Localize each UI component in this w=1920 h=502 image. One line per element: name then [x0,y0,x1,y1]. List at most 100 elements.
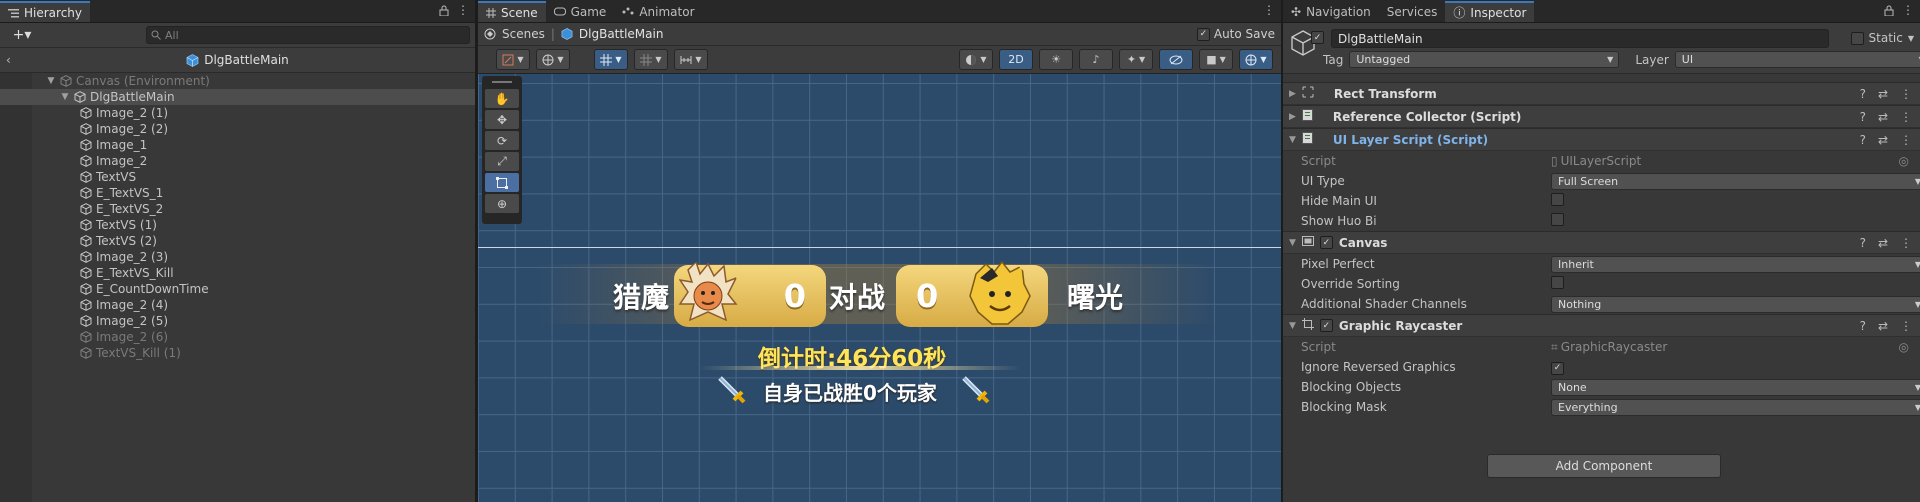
tab-animator[interactable]: Animator [614,1,702,22]
mode-2d-button[interactable]: 2D [999,49,1033,70]
tab-hierarchy[interactable]: Hierarchy [0,1,91,22]
hierarchy-row[interactable]: TextVS_Kill (1) [0,345,475,361]
tag-dropdown[interactable]: Untagged ▼ [1349,51,1620,68]
draw-mode-button[interactable]: ▼ [496,49,530,70]
expanded-triangle-icon[interactable]: ▼ [46,76,56,86]
transform-tool-icon[interactable]: ⊕ [485,194,519,213]
more-options-icon[interactable]: ⋮ [1900,110,1912,124]
collapsed-triangle-icon[interactable]: ▶ [1289,89,1296,99]
hierarchy-row[interactable]: ▼ Canvas (Environment) [0,73,475,89]
rect-tool-icon[interactable] [485,173,519,192]
hierarchy-row[interactable]: E_TextVS_1 [0,185,475,201]
hierarchy-search-input[interactable]: All [146,26,470,44]
static-checkbox[interactable] [1850,31,1864,45]
override-sorting-checkbox[interactable] [1551,276,1564,289]
more-options-icon[interactable]: ⋮ [1900,319,1912,333]
preset-icon[interactable]: ⇄ [1878,87,1888,101]
hierarchy-row[interactable]: Image_2 (6) [0,329,475,345]
preset-icon[interactable]: ⇄ [1878,236,1888,250]
hierarchy-row[interactable]: TextVS (2) [0,233,475,249]
grid-visibility-button[interactable]: ▼ [634,49,668,70]
help-icon[interactable]: ? [1860,110,1866,124]
lock-icon[interactable] [1884,3,1894,17]
blocking-objects-dropdown[interactable]: None ▼ [1551,378,1920,396]
hierarchy-row[interactable]: Image_2 (4) [0,297,475,313]
object-name-field[interactable]: DlgBattleMain [1331,29,1829,48]
help-icon[interactable]: ? [1860,236,1866,250]
raycaster-enabled-checkbox[interactable]: ✓ [1319,319,1333,332]
breadcrumb-current[interactable]: DlgBattleMain [579,27,664,41]
static-toggle[interactable]: Static ▼ [1850,31,1914,45]
hide-main-ui-checkbox[interactable] [1551,193,1564,206]
canvas-enabled-checkbox[interactable]: ✓ [1319,236,1333,249]
chevron-down-icon[interactable]: ▼ [1908,34,1914,43]
expanded-triangle-icon[interactable]: ▼ [60,92,70,102]
ui-type-dropdown[interactable]: Full Screen ▼ [1551,172,1920,190]
tab-game[interactable]: Game [546,1,615,22]
ignore-reversed-checkbox[interactable]: ✓ [1551,361,1564,375]
hierarchy-row[interactable]: Image_2 (2) [0,121,475,137]
preset-icon[interactable]: ⇄ [1878,133,1888,147]
pixel-perfect-dropdown[interactable]: Inherit ▼ [1551,255,1920,273]
breadcrumb-scenes[interactable]: Scenes [502,27,545,41]
hierarchy-row[interactable]: E_TextVS_2 [0,201,475,217]
panel-splitter-right[interactable] [1281,0,1283,502]
component-reference-collector[interactable]: ▶ Reference Collector (Script) ? ⇄ ⋮ [1283,105,1920,128]
auto-save-checkbox[interactable]: ✓ [1196,27,1210,41]
audio-toggle-icon[interactable]: ♪ [1079,49,1113,70]
hierarchy-row[interactable]: TextVS [0,169,475,185]
add-component-button[interactable]: Add Component [1487,454,1721,478]
raycaster-script-field[interactable]: ⌗ GraphicRaycaster ◎ [1551,340,1913,355]
script-object-field[interactable]: ▯ UILayerScript ◎ [1551,154,1913,168]
lock-icon[interactable] [439,3,449,17]
expanded-triangle-icon[interactable]: ▼ [1289,321,1296,331]
hierarchy-row[interactable]: E_CountDownTime [0,281,475,297]
expanded-triangle-icon[interactable]: ▼ [1289,135,1296,145]
more-options-icon[interactable]: ⋮ [1900,236,1912,250]
hierarchy-row[interactable]: Image_2 (5) [0,313,475,329]
preset-icon[interactable]: ⇄ [1878,319,1888,333]
hand-tool-icon[interactable]: ✋ [485,89,519,108]
back-arrow-icon[interactable]: ‹ [6,53,11,67]
more-options-icon[interactable]: ⋮ [1902,3,1914,17]
tab-scene[interactable]: Scene [478,1,546,22]
active-checkbox[interactable]: ✓ [1311,31,1324,44]
palette-handle[interactable] [492,81,512,83]
tab-inspector[interactable]: ⓘ Inspector [1445,1,1535,22]
preset-icon[interactable]: ⇄ [1878,110,1888,124]
object-picker-icon[interactable]: ◎ [1899,154,1909,168]
help-icon[interactable]: ? [1860,87,1866,101]
more-options-icon[interactable]: ⋮ [457,3,469,17]
hierarchy-row[interactable]: TextVS (1) [0,217,475,233]
tab-navigation[interactable]: ✣ Navigation [1283,1,1379,22]
collapsed-triangle-icon[interactable]: ▶ [1289,112,1296,122]
shading-mode-button[interactable]: ▼ [959,49,993,70]
grid-snap-button[interactable]: ▼ [594,49,628,70]
help-icon[interactable]: ? [1860,319,1866,333]
move-tool-icon[interactable]: ✥ [485,110,519,129]
hierarchy-row[interactable]: Image_1 [0,137,475,153]
more-options-icon[interactable]: ⋮ [1900,87,1912,101]
lighting-toggle-icon[interactable]: ☀ [1039,49,1073,70]
shader-channels-dropdown[interactable]: Nothing ▼ [1551,295,1920,313]
increment-snap-button[interactable]: ▼ [674,49,708,70]
gizmos-toggle-icon[interactable]: ▼ [1239,49,1273,70]
layer-dropdown[interactable]: UI▼ [1674,51,1920,68]
hierarchy-row[interactable]: Image_2 (3) [0,249,475,265]
tab-services[interactable]: Services [1379,1,1446,22]
camera-settings-icon[interactable]: ■ ▼ [1199,49,1233,70]
hidden-objects-toggle-icon[interactable] [1159,49,1193,70]
rotate-tool-icon[interactable]: ⟳ [485,131,519,150]
auto-save-toggle[interactable]: ✓ Auto Save [1196,27,1275,41]
more-options-icon[interactable]: ⋮ [1900,133,1912,147]
component-rect-transform[interactable]: ▶ Rect Transform ? ⇄ ⋮ [1283,82,1920,105]
effects-toggle-icon[interactable]: ✦ ▼ [1119,49,1153,70]
expanded-triangle-icon[interactable]: ▼ [1289,238,1296,248]
hierarchy-row[interactable]: Image_2 (1) [0,105,475,121]
global-local-button[interactable]: ▼ [536,49,570,70]
hierarchy-row[interactable]: Image_2 [0,153,475,169]
show-huo-bi-checkbox[interactable] [1551,213,1564,226]
component-ui-layer-script[interactable]: ▼ UI Layer Script (Script) ? ⇄ ⋮ [1283,128,1920,151]
help-icon[interactable]: ? [1860,133,1866,147]
panel-splitter-left[interactable] [475,0,478,502]
